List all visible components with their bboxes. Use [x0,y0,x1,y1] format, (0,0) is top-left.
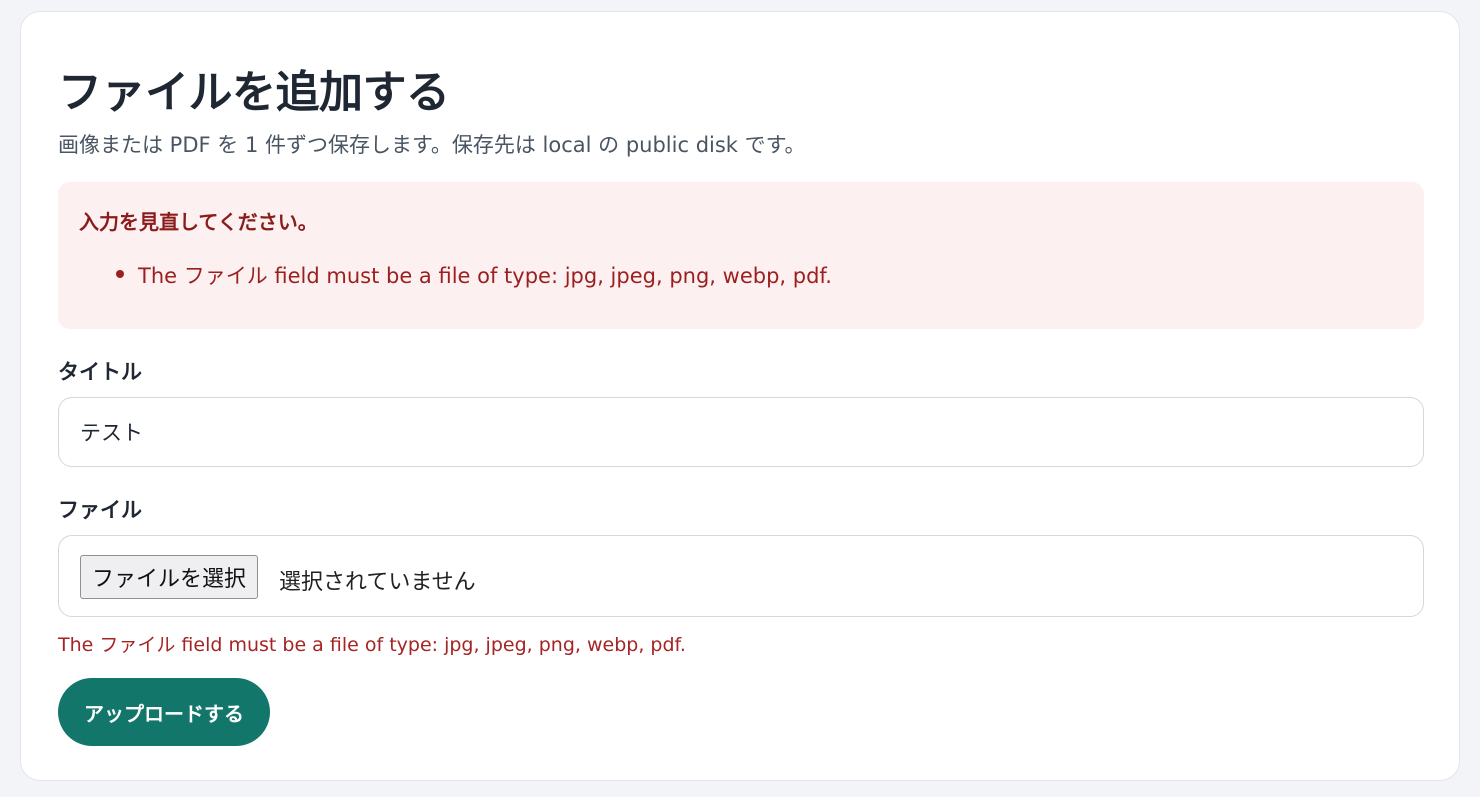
upload-form-card: ファイルを追加する 画像または PDF を 1 件ずつ保存します。保存先は lo… [20,11,1460,781]
page-title: ファイルを追加する [58,67,450,118]
error-summary: 入力を見直してください。 The ファイル field must be a fi… [58,182,1424,329]
error-list: The ファイル field must be a file of type: j… [116,260,832,290]
file-field-label: ファイル [58,498,142,522]
choose-file-button[interactable]: ファイルを選択 [80,555,259,599]
title-field-label: タイトル [58,360,142,384]
file-field-error: The ファイル field must be a file of type: j… [58,634,686,656]
error-list-item-text: The ファイル field must be a file of type: j… [138,264,832,288]
title-input[interactable] [58,397,1424,467]
file-selection-status: 選択されていません [279,570,476,595]
page-subtitle: 画像または PDF を 1 件ずつ保存します。保存先は local の publ… [58,133,806,157]
error-list-item: The ファイル field must be a file of type: j… [116,260,832,290]
file-input[interactable]: ファイルを選択 選択されていません [58,535,1424,617]
bullet-icon [116,270,124,278]
upload-button[interactable]: アップロードする [58,678,270,746]
error-summary-heading: 入力を見直してください。 [79,210,318,234]
